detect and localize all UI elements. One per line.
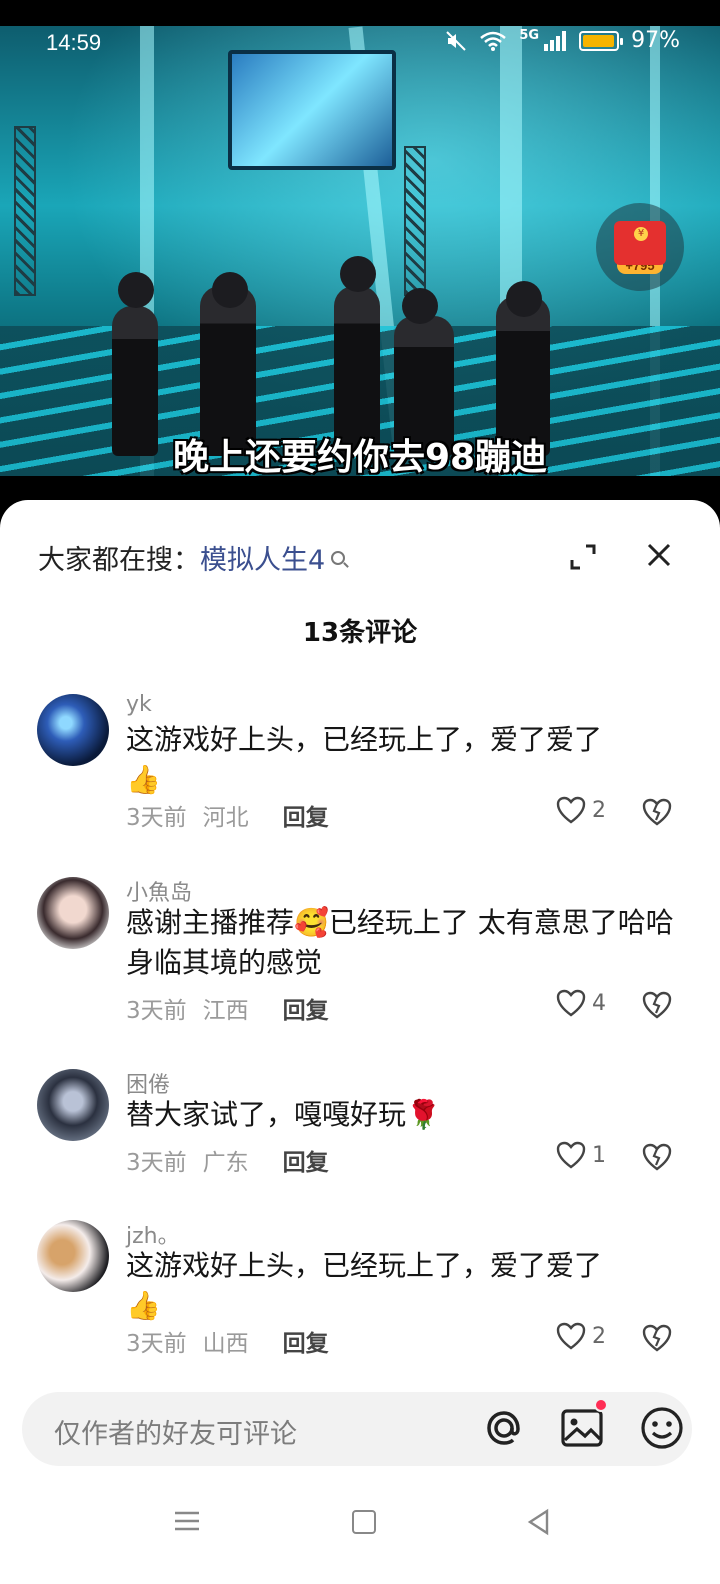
comment-text: 替大家试了，嘎嘎好玩🌹 — [126, 1098, 441, 1131]
emoji-icon[interactable] — [638, 1404, 686, 1452]
menu-icon[interactable] — [174, 1510, 200, 1532]
comment-time: 3天前 — [126, 998, 187, 1024]
comment-meta: 3天前 山西 回复 — [126, 1324, 329, 1358]
signal-icon — [544, 30, 567, 51]
avatar[interactable] — [37, 694, 109, 766]
comment-location: 山西 — [202, 1331, 249, 1357]
avatar[interactable] — [37, 1220, 109, 1292]
trending-search[interactable]: 大家都在搜： 模拟人生4 — [38, 538, 346, 577]
dislike-heart-icon[interactable] — [642, 991, 672, 1019]
avatar[interactable] — [37, 877, 109, 949]
comment-meta: 3天前 江西 回复 — [126, 991, 329, 1025]
reply-button[interactable]: 回复 — [283, 798, 329, 832]
battery-percent: 97% — [631, 28, 680, 53]
heart-icon — [556, 796, 586, 824]
stage-screen — [228, 50, 396, 170]
heart-icon — [556, 1141, 586, 1169]
home-square-icon[interactable] — [352, 1510, 376, 1534]
like-button[interactable]: 2 — [556, 1322, 606, 1350]
comments-sheet: 大家都在搜： 模拟人生4 13条评论 yk 这游戏好上头，已经玩上了，爱了爱了 … — [0, 500, 720, 1584]
comment-username[interactable]: yk — [126, 692, 152, 717]
red-envelope-icon — [614, 220, 666, 265]
like-button[interactable]: 4 — [556, 989, 606, 1017]
dislike-heart-icon[interactable] — [642, 1143, 672, 1171]
comment-time: 3天前 — [126, 1150, 187, 1176]
reply-button[interactable]: 回复 — [283, 991, 329, 1025]
comment-text: 这游戏好上头，已经玩上了，爱了爱了 👍 — [126, 1246, 686, 1326]
video-player[interactable]: 晚上还要约你去98蹦迪 14:59 5G 97% +795 — [0, 0, 720, 520]
status-bar: 14:59 5G 97% — [0, 0, 720, 56]
status-time: 14:59 — [46, 30, 102, 55]
at-mention-icon[interactable] — [480, 1404, 528, 1452]
red-packet-reward-button[interactable]: +795 — [596, 203, 684, 291]
back-triangle-icon[interactable] — [526, 1508, 550, 1536]
comment-location: 广东 — [202, 1150, 249, 1176]
comment-text: 这游戏好上头，已经玩上了，爱了爱了 👍 — [126, 720, 686, 800]
comment-time: 3天前 — [126, 1331, 187, 1357]
search-term-link[interactable]: 模拟人生4 — [200, 538, 325, 577]
network-type: 5G — [519, 28, 540, 43]
like-button[interactable]: 1 — [556, 1141, 606, 1169]
like-button[interactable]: 2 — [556, 796, 606, 824]
heart-icon — [556, 989, 586, 1017]
comment-location: 河北 — [202, 805, 249, 831]
comment-meta: 3天前 广东 回复 — [126, 1143, 329, 1177]
dislike-heart-icon[interactable] — [642, 1324, 672, 1352]
reply-button[interactable]: 回复 — [283, 1143, 329, 1177]
close-icon[interactable] — [646, 542, 672, 568]
like-count: 2 — [592, 1323, 606, 1349]
avatar[interactable] — [37, 1069, 109, 1141]
like-count: 4 — [592, 990, 606, 1016]
like-count: 1 — [592, 1142, 606, 1168]
video-subtitle: 晚上还要约你去98蹦迪 — [172, 437, 548, 478]
search-prefix: 大家都在搜： — [38, 545, 200, 576]
comment-body: 这游戏好上头，已经玩上了，爱了爱了 — [126, 723, 603, 756]
reply-button[interactable]: 回复 — [283, 1324, 329, 1358]
system-nav-bar — [0, 1500, 720, 1584]
comment-location: 江西 — [202, 998, 249, 1024]
mute-icon — [446, 30, 467, 51]
like-count: 2 — [592, 797, 606, 823]
comment-meta: 3天前 河北 回复 — [126, 798, 329, 832]
thumbs-up-emoji: 👍 — [126, 763, 161, 796]
heart-icon — [556, 1322, 586, 1350]
image-icon[interactable] — [560, 1406, 604, 1450]
notification-dot — [594, 1398, 608, 1412]
thumbs-up-emoji: 👍 — [126, 1289, 161, 1322]
search-icon — [331, 550, 346, 565]
dislike-heart-icon[interactable] — [642, 798, 672, 826]
wifi-icon — [480, 31, 507, 51]
battery-icon — [579, 30, 624, 51]
comment-count-title: 13条评论 — [302, 618, 418, 648]
comment-input-placeholder[interactable]: 仅作者的好友可评论 — [54, 1412, 297, 1451]
comment-body: 这游戏好上头，已经玩上了，爱了爱了 — [126, 1249, 603, 1282]
comment-input-bar[interactable]: 仅作者的好友可评论 — [22, 1392, 692, 1466]
expand-icon[interactable] — [570, 544, 596, 570]
comment-text: 感谢主播推荐🥰已经玩上了 太有意思了哈哈 身临其境的感觉 — [126, 906, 674, 979]
comment-time: 3天前 — [126, 805, 187, 831]
